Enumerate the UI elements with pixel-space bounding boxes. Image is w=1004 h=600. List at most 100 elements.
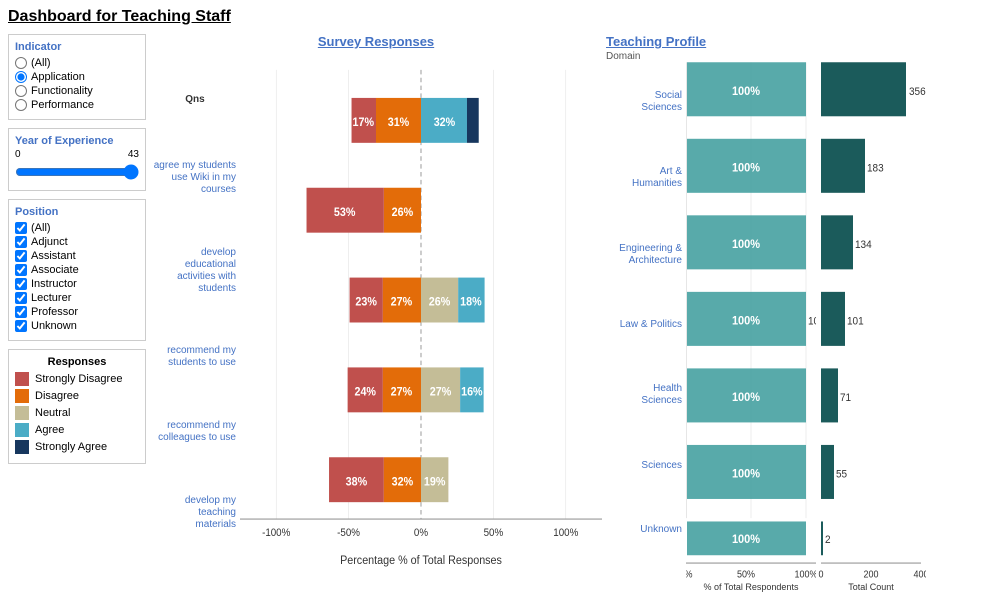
svg-text:50%: 50% <box>484 526 504 539</box>
strongly-disagree-label: Strongly Disagree <box>35 373 122 385</box>
q3-label: recommend mystudents to use <box>150 345 240 369</box>
indicator-performance-label: Performance <box>31 99 94 111</box>
indicator-functionality-label: Functionality <box>31 85 93 97</box>
legend: Responses Strongly Disagree Disagree Neu… <box>8 349 146 464</box>
count-chart: 356 183 134 101 <box>816 51 926 592</box>
indicator-application[interactable]: Application <box>15 71 139 83</box>
strongly-agree-swatch <box>15 440 29 454</box>
main-container: Dashboard for Teaching Staff Indicator (… <box>0 0 1004 600</box>
legend-strongly-disagree: Strongly Disagree <box>15 372 139 386</box>
svg-text:2: 2 <box>825 533 831 546</box>
domain-header: Domain <box>606 51 686 62</box>
svg-text:Percentage % of Total Response: Percentage % of Total Responses <box>340 554 502 567</box>
agree-label: Agree <box>35 424 64 436</box>
domain-sciences: Sciences <box>606 460 686 472</box>
sidebar: Indicator (All) Application Functionalit… <box>8 34 146 592</box>
pos-adjunct[interactable]: Adjunct <box>15 236 139 248</box>
survey-chart: Survey Responses Qns agree my studentsus… <box>150 34 602 592</box>
svg-text:17%: 17% <box>353 116 375 129</box>
qn-labels: Qns agree my studentsuse Wiki in mycours… <box>150 53 240 592</box>
indicator-performance[interactable]: Performance <box>15 99 139 111</box>
domain-col: Domain SocialSciences Art &Humanities En… <box>606 51 686 592</box>
legend-neutral: Neutral <box>15 406 139 420</box>
domain-social: SocialSciences <box>606 90 686 114</box>
svg-text:100%: 100% <box>732 532 761 546</box>
disagree-swatch <box>15 389 29 403</box>
survey-area: Qns agree my studentsuse Wiki in mycours… <box>150 53 602 592</box>
year-title: Year of Experience <box>15 135 139 147</box>
svg-text:55: 55 <box>836 468 847 481</box>
svg-text:26%: 26% <box>429 296 451 309</box>
legend-title: Responses <box>15 356 139 368</box>
domain-health: HealthSciences <box>606 383 686 407</box>
legend-disagree: Disagree <box>15 389 139 403</box>
svg-text:356: 356 <box>909 85 926 98</box>
legend-strongly-agree: Strongly Agree <box>15 440 139 454</box>
q5-label: develop my teachingmaterials <box>150 495 240 531</box>
year-filter: Year of Experience 0 43 <box>8 128 146 191</box>
content-area: Indicator (All) Application Functionalit… <box>8 34 996 592</box>
svg-text:0: 0 <box>818 569 823 580</box>
svg-text:101: 101 <box>847 315 864 328</box>
svg-text:100%: 100% <box>808 315 816 328</box>
legend-agree: Agree <box>15 423 139 437</box>
domain-law: Law & Politics <box>606 319 686 331</box>
svg-text:100%: 100% <box>732 390 761 404</box>
agree-swatch <box>15 423 29 437</box>
survey-svg: 31% 17% 32% <box>240 53 602 592</box>
svg-text:134: 134 <box>855 238 872 251</box>
indicator-functionality[interactable]: Functionality <box>15 85 139 97</box>
svg-text:53%: 53% <box>334 206 356 219</box>
indicator-application-label: Application <box>31 71 85 83</box>
pos-instructor[interactable]: Instructor <box>15 278 139 290</box>
neutral-swatch <box>15 406 29 420</box>
position-title: Position <box>15 206 139 218</box>
q4-label: recommend mycolleagues to use <box>150 420 240 444</box>
pct-chart: 100% 100% 100% 100% 10 <box>686 51 816 592</box>
svg-text:100%: 100% <box>732 314 761 328</box>
svg-text:24%: 24% <box>354 386 376 399</box>
count-svg: 356 183 134 101 <box>816 51 926 580</box>
svg-text:27%: 27% <box>391 386 413 399</box>
pos-all[interactable]: (All) <box>15 222 139 234</box>
pos-professor[interactable]: Professor <box>15 306 139 318</box>
year-max: 43 <box>128 149 139 160</box>
pos-unknown[interactable]: Unknown <box>15 320 139 332</box>
svg-text:0%: 0% <box>686 569 693 580</box>
domain-humanities: Art &Humanities <box>606 166 686 190</box>
indicator-all-label: (All) <box>31 57 51 69</box>
domain-list: SocialSciences Art &Humanities Engineeri… <box>606 64 686 592</box>
count-axis-title: Total Count <box>816 582 926 592</box>
survey-title: Survey Responses <box>150 34 602 49</box>
svg-text:38%: 38% <box>346 476 368 489</box>
svg-text:100%: 100% <box>732 84 761 98</box>
domain-engineering: Engineering &Architecture <box>606 243 686 267</box>
teaching-charts: Domain SocialSciences Art &Humanities En… <box>606 51 996 592</box>
svg-text:50%: 50% <box>737 569 755 580</box>
svg-text:23%: 23% <box>355 296 377 309</box>
q1-label: agree my studentsuse Wiki in mycourses <box>150 160 240 196</box>
svg-text:27%: 27% <box>430 386 452 399</box>
svg-text:100%: 100% <box>553 526 578 539</box>
survey-chart-body: 31% 17% 32% <box>240 53 602 592</box>
svg-text:19%: 19% <box>424 476 446 489</box>
pos-lecturer[interactable]: Lecturer <box>15 292 139 304</box>
year-slider[interactable] <box>15 164 139 180</box>
svg-text:400: 400 <box>913 569 926 580</box>
svg-text:0%: 0% <box>414 526 428 539</box>
teaching-title: Teaching Profile <box>606 34 996 49</box>
disagree-label: Disagree <box>35 390 79 402</box>
svg-text:18%: 18% <box>460 296 482 309</box>
year-min: 0 <box>15 149 21 160</box>
indicator-all[interactable]: (All) <box>15 57 139 69</box>
page-title: Dashboard for Teaching Staff <box>8 8 996 26</box>
pos-assistant[interactable]: Assistant <box>15 250 139 262</box>
svg-text:26%: 26% <box>392 206 414 219</box>
svg-text:100%: 100% <box>794 569 816 580</box>
strongly-disagree-swatch <box>15 372 29 386</box>
pct-axis-title: % of Total Respondents <box>686 582 816 592</box>
svg-text:-100%: -100% <box>262 526 290 539</box>
pos-associate[interactable]: Associate <box>15 264 139 276</box>
pct-svg: 100% 100% 100% 100% 10 <box>686 51 816 580</box>
indicator-filter: Indicator (All) Application Functionalit… <box>8 34 146 120</box>
